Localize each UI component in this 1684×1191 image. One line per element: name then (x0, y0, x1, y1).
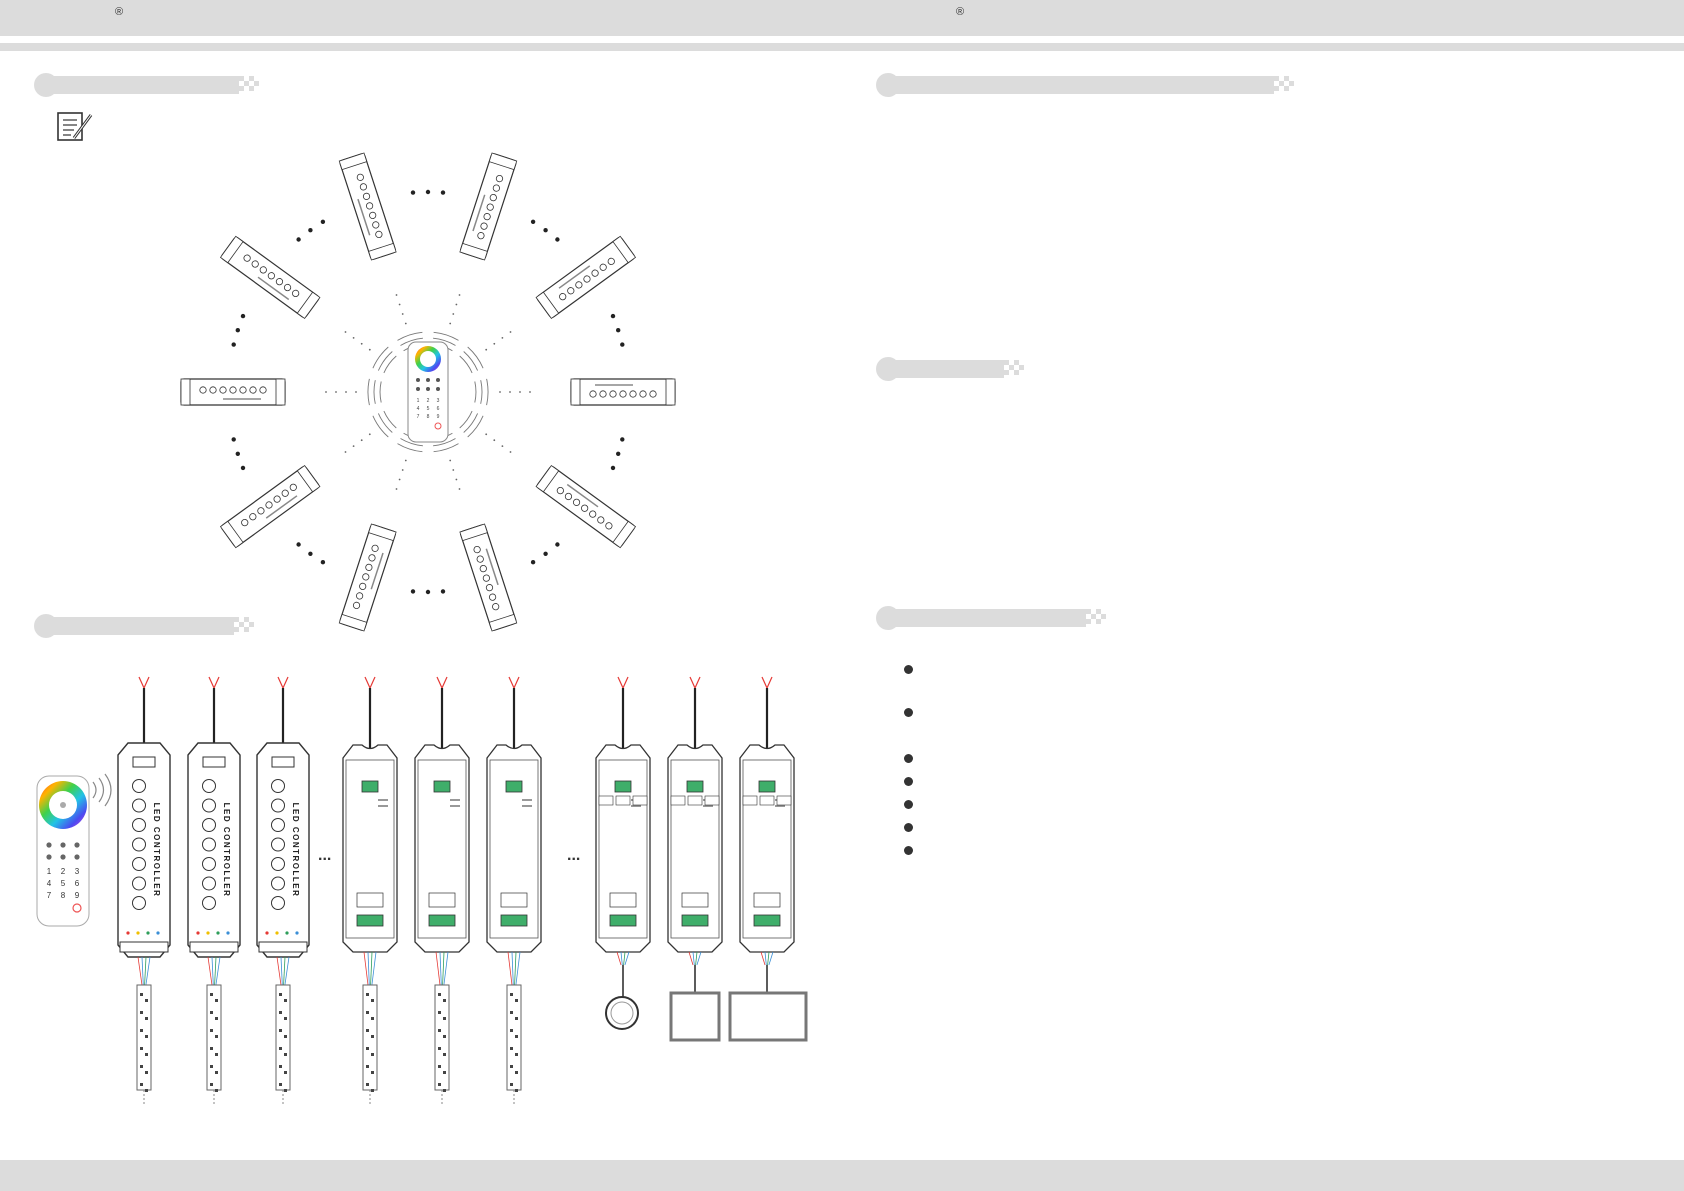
receiver-decoder-1 (342, 744, 398, 953)
controller-label: LED CONTROLLER (291, 803, 300, 898)
svg-text:3: 3 (75, 867, 80, 876)
ellipsis-1: ... (318, 847, 331, 864)
receiver-decoder-3 (486, 744, 542, 953)
receiver-decoder-6 (739, 744, 795, 953)
svg-text:5: 5 (61, 879, 66, 888)
controller-label: LED CONTROLLER (152, 803, 161, 898)
receiver-decoder-4 (595, 744, 651, 953)
led-controller-2: LED CONTROLLER (187, 742, 241, 958)
led-panel-load-square (669, 991, 721, 1042)
remote-control-left: 1 2 3 4 5 6 7 8 9 (36, 775, 90, 927)
led-panel-load-rect (728, 991, 808, 1042)
wiring-diagram: 1 2 3 4 5 6 7 8 9 LED CONTROLLER LED CONTROLLER LE… (36, 676, 808, 1104)
led-controller-1: LED CONTROLLER (117, 742, 171, 958)
receiver-decoder-2 (414, 744, 470, 953)
svg-text:7: 7 (47, 891, 52, 900)
led-controller-3: LED CONTROLLER (256, 742, 310, 958)
svg-text:4: 4 (47, 879, 52, 888)
ellipsis-2: ... (567, 847, 580, 864)
receiver-decoder-5 (667, 744, 723, 953)
led-downlight-load (605, 996, 639, 1030)
controller-label: LED CONTROLLER (222, 803, 231, 898)
svg-text:8: 8 (61, 891, 66, 900)
svg-text:6: 6 (75, 879, 80, 888)
wireless-signal-icon (92, 773, 112, 807)
svg-text:2: 2 (61, 867, 66, 876)
svg-text:9: 9 (75, 891, 80, 900)
svg-text:1: 1 (47, 867, 52, 876)
